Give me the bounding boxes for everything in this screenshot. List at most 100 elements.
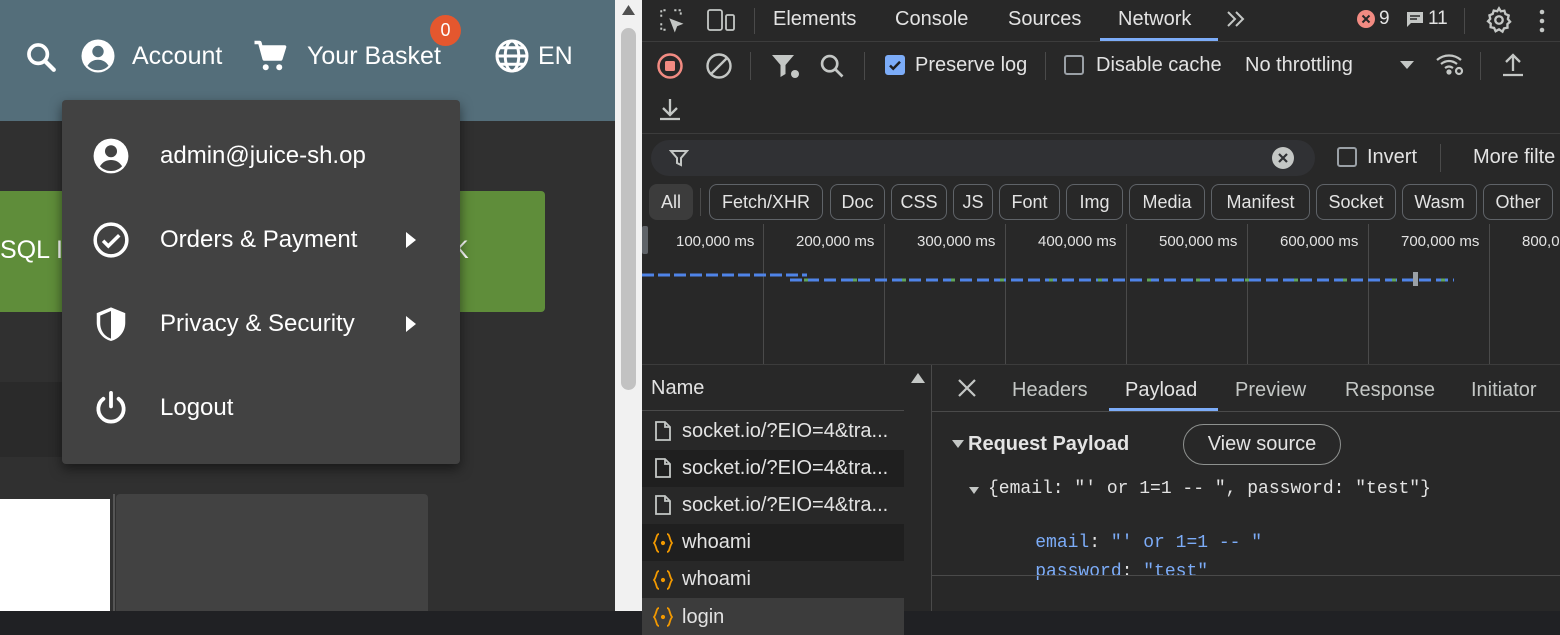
search-icon[interactable] — [818, 52, 846, 80]
menu-item-privacy-security[interactable]: Privacy & Security — [62, 282, 460, 366]
preserve-log-checkbox[interactable] — [885, 55, 905, 75]
scrollbar-thumb[interactable] — [621, 28, 636, 390]
type-filter-img[interactable]: Img — [1066, 184, 1123, 220]
chevron-down-icon[interactable] — [1400, 61, 1414, 69]
invert-checkbox[interactable] — [1337, 147, 1357, 167]
cart-icon — [253, 38, 289, 74]
inspect-element-icon[interactable] — [658, 7, 684, 33]
scroll-up-icon[interactable] — [621, 4, 636, 16]
invert-label: Invert — [1367, 146, 1418, 168]
settings-gear-icon[interactable] — [1485, 6, 1513, 34]
search-icon[interactable] — [24, 40, 58, 74]
divider — [642, 41, 1560, 42]
account-button[interactable]: Account — [80, 38, 222, 74]
tab-initiator[interactable]: Initiator — [1471, 379, 1537, 402]
type-filter-css[interactable]: CSS — [891, 184, 947, 220]
message-counter[interactable]: 11 — [1405, 8, 1448, 30]
request-name: socket.io/?EIO=4&tra... — [682, 457, 889, 479]
type-filter-manifest[interactable]: Manifest — [1211, 184, 1310, 220]
shield-icon — [92, 305, 130, 343]
request-name: whoami — [682, 568, 751, 590]
close-icon[interactable] — [956, 377, 978, 399]
timeline-gridline — [1368, 224, 1369, 365]
timeline-gridline — [763, 224, 764, 365]
name-column-header[interactable]: Name — [642, 365, 904, 411]
separator — [1045, 52, 1046, 80]
separator — [700, 188, 701, 216]
tab-preview[interactable]: Preview — [1235, 379, 1306, 402]
separator — [1464, 8, 1465, 34]
error-counter[interactable]: 9 — [1356, 8, 1390, 30]
type-filter-doc[interactable]: Doc — [830, 184, 885, 220]
request-row[interactable]: socket.io/?EIO=4&tra... — [642, 487, 904, 524]
export-har-icon[interactable] — [658, 96, 682, 122]
tab-response[interactable]: Response — [1345, 379, 1435, 402]
menu-item-orders-payment[interactable]: Orders & Payment — [62, 198, 460, 282]
tab-sources[interactable]: Sources — [1008, 8, 1081, 31]
document-icon — [652, 457, 674, 479]
menu-item-label: Logout — [160, 394, 234, 421]
timeline-label: 500,000 ms — [1159, 233, 1238, 250]
banner-text: SQL I — [0, 236, 63, 264]
filter-icon — [669, 148, 689, 168]
filter-funnel-icon[interactable] — [770, 52, 800, 80]
type-filter-fetch-xhr[interactable]: Fetch/XHR — [709, 184, 823, 220]
collapse-triangle-icon[interactable] — [951, 439, 965, 449]
request-row[interactable]: socket.io/?EIO=4&tra... — [642, 413, 904, 450]
timeline-gridline — [1247, 224, 1248, 365]
import-har-icon[interactable] — [1501, 52, 1525, 78]
filter-input[interactable] — [651, 140, 1315, 176]
page-scrollbar[interactable] — [615, 0, 642, 611]
request-name: whoami — [682, 531, 751, 553]
more-filters-button[interactable]: More filte — [1473, 146, 1555, 169]
request-row[interactable]: whoami — [642, 524, 904, 561]
network-conditions-icon[interactable] — [1435, 52, 1465, 78]
type-filter-socket[interactable]: Socket — [1316, 184, 1396, 220]
type-filter-all[interactable]: All — [649, 184, 693, 220]
type-filter-other[interactable]: Other — [1483, 184, 1553, 220]
tab-network[interactable]: Network — [1118, 8, 1191, 31]
error-icon — [1356, 9, 1376, 29]
payload-value: "test" — [1143, 562, 1209, 582]
fetch-braces-icon — [652, 532, 674, 554]
menu-item-logout[interactable]: Logout — [62, 366, 460, 450]
request-row[interactable]: whoami — [642, 561, 904, 598]
type-filter-media[interactable]: Media — [1129, 184, 1205, 220]
timeline-gridline — [1126, 224, 1127, 365]
submenu-arrow-icon — [405, 316, 417, 332]
request-row-selected[interactable]: login — [642, 598, 904, 635]
menu-item-label: Orders & Payment — [160, 226, 358, 253]
type-filter-font[interactable]: Font — [999, 184, 1060, 220]
request-row[interactable]: socket.io/?EIO=4&tra... — [642, 450, 904, 487]
disable-cache-checkbox[interactable] — [1064, 55, 1084, 75]
basket-button[interactable]: Your Basket — [253, 38, 441, 74]
tab-console[interactable]: Console — [895, 8, 968, 31]
more-tabs-icon[interactable] — [1225, 8, 1247, 30]
separator — [754, 8, 755, 34]
more-options-icon[interactable] — [1538, 8, 1546, 34]
account-label: Account — [132, 41, 223, 70]
expand-triangle-icon[interactable] — [968, 486, 980, 495]
timeline-label: 400,000 ms — [1038, 233, 1117, 250]
separator — [1440, 144, 1441, 172]
tab-elements[interactable]: Elements — [773, 8, 856, 31]
clear-filter-icon[interactable] — [1272, 147, 1294, 169]
timeline-gridline — [884, 224, 885, 365]
clear-icon[interactable] — [705, 52, 733, 80]
request-list-scrollbar[interactable] — [908, 370, 928, 611]
divider — [931, 575, 1560, 576]
tab-headers[interactable]: Headers — [1012, 379, 1088, 402]
record-stop-icon[interactable] — [656, 52, 684, 80]
type-filter-js[interactable]: JS — [953, 184, 993, 220]
device-toolbar-icon[interactable] — [706, 7, 736, 33]
request-payload-title[interactable]: Request Payload — [968, 433, 1129, 456]
menu-item-email[interactable]: admin@juice-sh.op — [62, 114, 460, 198]
overview-handle[interactable] — [642, 226, 648, 254]
divider — [642, 133, 1560, 134]
view-source-button[interactable]: View source — [1183, 424, 1341, 465]
tab-payload[interactable]: Payload — [1125, 379, 1197, 402]
language-button[interactable]: EN — [494, 38, 573, 74]
type-filter-wasm[interactable]: Wasm — [1402, 184, 1477, 220]
throttling-select[interactable]: No throttling — [1245, 54, 1353, 77]
account-menu: admin@juice-sh.op Orders & Payment Priva… — [62, 100, 460, 464]
